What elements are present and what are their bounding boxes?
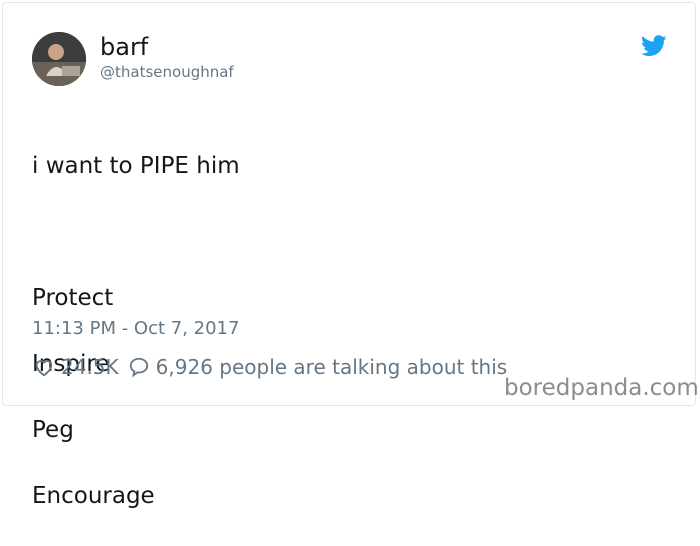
- avatar[interactable]: [32, 32, 86, 86]
- tweet-timestamp[interactable]: 11:13 PM - Oct 7, 2017: [32, 318, 239, 340]
- twitter-bird-icon[interactable]: [641, 34, 667, 58]
- speech-bubble-icon[interactable]: [128, 356, 150, 378]
- user-handle[interactable]: @thatsenoughnaf: [100, 62, 234, 82]
- tweet-line: i want to PIPE him: [32, 153, 240, 179]
- like-count[interactable]: 24.5K: [61, 354, 119, 380]
- tweet-line: Peg: [32, 417, 74, 443]
- talking-count[interactable]: 6,926 people are talking about this: [156, 354, 508, 380]
- tweet-line: [32, 216, 240, 249]
- tweet-line: Protect: [32, 285, 114, 311]
- engagement-bar: 24.5K 6,926 people are talking about thi…: [33, 354, 507, 380]
- tweet-line: Encourage: [32, 483, 155, 509]
- display-name[interactable]: barf: [100, 33, 148, 61]
- watermark: boredpanda.com: [504, 375, 699, 401]
- heart-icon[interactable]: [33, 356, 55, 378]
